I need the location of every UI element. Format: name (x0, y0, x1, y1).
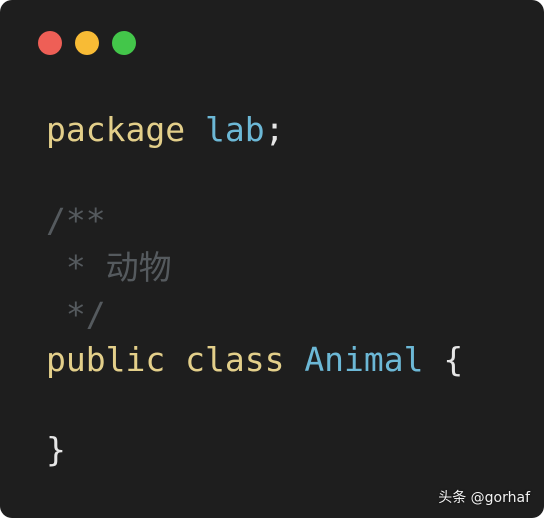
code-window: package lab; /** * 动物 */ public class An… (0, 0, 544, 518)
comment-body: * 动物 (46, 248, 172, 287)
watermark: 头条 @gorhaf (438, 490, 530, 506)
close-brace: } (46, 430, 66, 469)
package-line: package lab; (46, 108, 284, 152)
comment-close: */ (46, 295, 106, 334)
package-keyword: package (46, 110, 186, 149)
open-brace: { (443, 340, 464, 379)
class-name: Animal (304, 340, 424, 379)
public-keyword: public (46, 340, 166, 379)
comment-open: /** (46, 201, 106, 240)
class-declaration-line: public class Animal { (46, 338, 463, 382)
semicolon: ; (264, 110, 285, 149)
package-name: lab (204, 110, 265, 149)
code-block: package lab; /** * 动物 */ public class An… (46, 0, 526, 469)
class-keyword: class (185, 340, 285, 379)
